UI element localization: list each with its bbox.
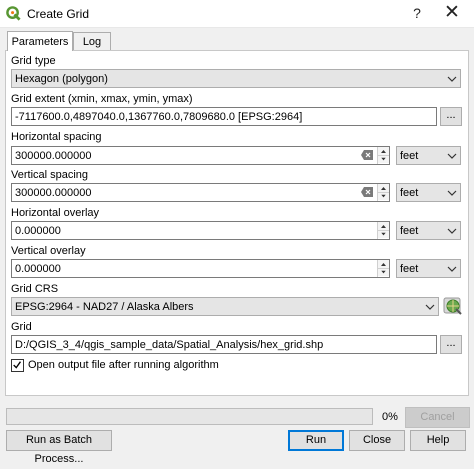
chevron-down-icon xyxy=(447,228,457,234)
tab-log[interactable]: Log xyxy=(73,32,111,51)
grid-output-value: D:/QGIS_3_4/qgis_sample_data/Spatial_Ana… xyxy=(15,339,324,351)
vertical-spacing-spinner[interactable] xyxy=(377,184,389,201)
vertical-spacing-unit: feet xyxy=(400,187,419,199)
grid-crs-value: EPSG:2964 - NAD27 / Alaska Albers xyxy=(15,301,194,313)
progress-percent: 0% xyxy=(382,411,398,423)
help-button[interactable]: Help xyxy=(410,430,466,451)
open-output-label: Open output file after running algorithm xyxy=(28,359,219,371)
spin-down-icon[interactable] xyxy=(378,230,389,238)
horizontal-overlay-input[interactable]: 0.000000 xyxy=(11,221,390,240)
progress-bar xyxy=(6,408,373,425)
grid-type-select[interactable]: Hexagon (polygon) xyxy=(11,69,461,88)
horizontal-spacing-value: 300000.000000 xyxy=(15,150,92,162)
vertical-spacing-input[interactable]: 300000.000000 xyxy=(11,183,390,202)
crs-selector-button[interactable] xyxy=(443,296,463,316)
clear-icon[interactable] xyxy=(361,150,373,160)
horizontal-spacing-unit-select[interactable]: feet xyxy=(396,146,461,165)
grid-extent-label: Grid extent (xmin, xmax, ymin, ymax) xyxy=(11,93,193,105)
chevron-down-icon xyxy=(447,190,457,196)
open-output-checkbox[interactable] xyxy=(11,359,24,372)
spin-down-icon[interactable] xyxy=(378,192,389,200)
chevron-down-icon xyxy=(447,153,457,159)
horizontal-overlay-spinner[interactable] xyxy=(377,222,389,239)
vertical-overlay-unit-select[interactable]: feet xyxy=(396,259,461,278)
grid-output-browse-button[interactable]: ... xyxy=(440,335,462,354)
vertical-spacing-value: 300000.000000 xyxy=(15,187,92,199)
grid-extent-browse-button[interactable]: ... xyxy=(440,107,462,126)
spin-up-icon[interactable] xyxy=(378,184,389,192)
vertical-overlay-input[interactable]: 0.000000 xyxy=(11,259,390,278)
chevron-down-icon xyxy=(447,266,457,272)
chevron-down-icon xyxy=(447,76,457,82)
vertical-overlay-label: Vertical overlay xyxy=(11,245,86,257)
spin-down-icon[interactable] xyxy=(378,155,389,163)
vertical-spacing-label: Vertical spacing xyxy=(11,169,89,181)
qgis-logo-icon xyxy=(6,6,21,21)
close-button[interactable]: Close xyxy=(349,430,405,451)
spin-down-icon[interactable] xyxy=(378,268,389,276)
grid-type-label: Grid type xyxy=(11,55,56,67)
horizontal-overlay-unit: feet xyxy=(400,225,419,237)
spin-up-icon[interactable] xyxy=(378,260,389,268)
globe-crs-icon xyxy=(443,297,462,315)
horizontal-overlay-unit-select[interactable]: feet xyxy=(396,221,461,240)
horizontal-spacing-label: Horizontal spacing xyxy=(11,131,102,143)
horizontal-overlay-label: Horizontal overlay xyxy=(11,207,100,219)
run-button[interactable]: Run xyxy=(288,430,344,451)
horizontal-spacing-spinner[interactable] xyxy=(377,147,389,164)
checkmark-icon xyxy=(13,361,22,369)
horizontal-overlay-value: 0.000000 xyxy=(15,225,61,237)
close-window-button[interactable]: ✕ xyxy=(436,2,468,24)
spin-up-icon[interactable] xyxy=(378,222,389,230)
grid-type-value: Hexagon (polygon) xyxy=(15,73,108,85)
spin-up-icon[interactable] xyxy=(378,147,389,155)
horizontal-spacing-input[interactable]: 300000.000000 xyxy=(11,146,390,165)
vertical-overlay-value: 0.000000 xyxy=(15,263,61,275)
vertical-overlay-spinner[interactable] xyxy=(377,260,389,277)
cancel-button[interactable]: Cancel xyxy=(405,407,470,428)
chevron-down-icon xyxy=(425,304,435,310)
window-title: Create Grid xyxy=(27,7,90,21)
clear-icon[interactable] xyxy=(361,187,373,197)
tab-parameters[interactable]: Parameters xyxy=(7,31,73,51)
vertical-spacing-unit-select[interactable]: feet xyxy=(396,183,461,202)
grid-extent-input[interactable]: -7117600.0,4897040.0,1367760.0,7809680.0… xyxy=(11,107,437,126)
grid-output-label: Grid xyxy=(11,321,32,333)
title-bar: Create Grid ? ✕ xyxy=(0,0,474,28)
help-title-button[interactable]: ? xyxy=(409,5,425,21)
grid-output-input[interactable]: D:/QGIS_3_4/qgis_sample_data/Spatial_Ana… xyxy=(11,335,437,354)
grid-crs-label: Grid CRS xyxy=(11,283,59,295)
grid-extent-value: -7117600.0,4897040.0,1367760.0,7809680.0… xyxy=(15,111,303,123)
horizontal-spacing-unit: feet xyxy=(400,150,419,162)
vertical-overlay-unit: feet xyxy=(400,263,419,275)
batch-process-button[interactable]: Run as Batch Process... xyxy=(6,430,112,465)
grid-crs-select[interactable]: EPSG:2964 - NAD27 / Alaska Albers xyxy=(11,297,439,316)
